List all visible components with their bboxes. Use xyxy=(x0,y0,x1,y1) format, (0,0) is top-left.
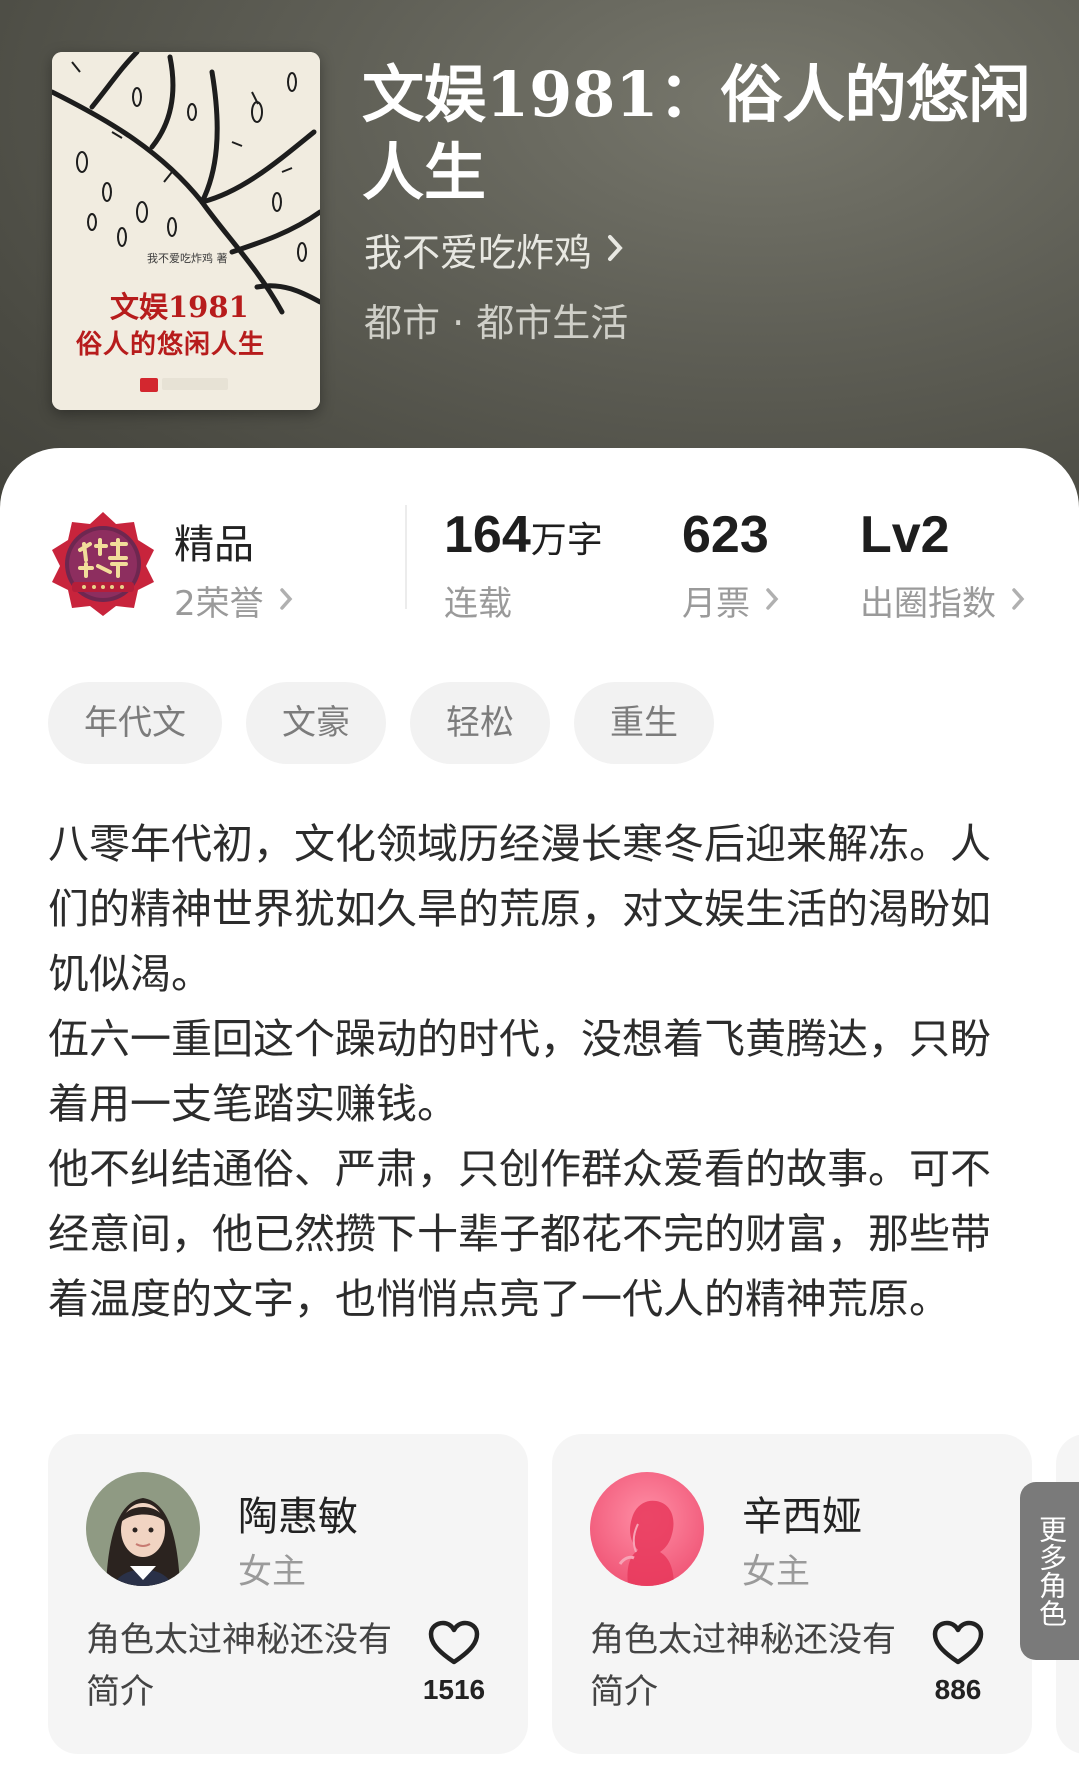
publisher-logo-icon xyxy=(140,378,158,392)
word-count: 164万字 xyxy=(444,505,603,565)
popularity-index-label: 出圈指数 xyxy=(860,584,996,624)
character-intro: 角色太过神秘还没有简介 xyxy=(590,1620,896,1712)
character-role: 女主 xyxy=(742,1552,810,1592)
chevron-right-icon xyxy=(1010,581,1026,621)
book-genre: 都市 · 都市生活 xyxy=(364,301,629,345)
book-title: 文娱1981：俗人的悠闲人生 xyxy=(362,58,1031,209)
quality-label: 精品 xyxy=(174,522,254,568)
word-count-unit: 万字 xyxy=(530,520,603,561)
heart-icon xyxy=(932,1620,984,1665)
more-roles-button[interactable]: 更多角色 xyxy=(1020,1482,1079,1660)
character-avatar xyxy=(86,1472,200,1586)
monthly-tickets-value: 623 xyxy=(682,506,769,564)
cover-title-line1: 文娱1981 xyxy=(110,290,249,324)
character-avatar xyxy=(590,1472,704,1586)
character-name: 辛西娅 xyxy=(742,1494,862,1540)
character-card[interactable]: 辛西娅 女主 角色太过神秘还没有简介 886 xyxy=(552,1434,1032,1754)
popularity-index-link[interactable]: 出圈指数 xyxy=(860,576,1026,625)
cover-author: 我不爱吃炸鸡 著 xyxy=(147,252,228,265)
quality-badge-icon[interactable] xyxy=(50,510,156,618)
honors-link[interactable]: 2荣誉 xyxy=(174,576,294,625)
character-name: 陶惠敏 xyxy=(238,1494,358,1540)
like-button[interactable]: 1516 xyxy=(414,1620,494,1706)
tag-chip[interactable]: 文豪 xyxy=(246,682,386,764)
tag-chip[interactable]: 年代文 xyxy=(48,682,222,764)
serial-status: 连载 xyxy=(444,584,512,624)
character-intro: 角色太过神秘还没有简介 xyxy=(86,1620,392,1712)
publisher-mark xyxy=(162,378,228,390)
tag-chip[interactable]: 轻松 xyxy=(410,682,550,764)
word-count-value: 164 xyxy=(444,506,531,564)
tag-list: 年代文 文豪 轻松 重生 xyxy=(48,682,714,764)
like-count: 886 xyxy=(934,1674,982,1705)
tag-chip[interactable]: 重生 xyxy=(574,682,714,764)
author-name: 我不爱吃炸鸡 xyxy=(364,231,593,275)
chevron-right-icon xyxy=(606,228,624,272)
description-paragraph: 伍六一重回这个躁动的时代，没想着飞黄腾达，只盼着用一支笔踏实赚钱。 xyxy=(48,1015,991,1128)
chevron-right-icon xyxy=(278,581,294,621)
cover-title-line2: 俗人的悠闲人生 xyxy=(76,330,266,360)
like-button[interactable]: 886 xyxy=(918,1620,998,1706)
book-cover[interactable]: 我不爱吃炸鸡 著 文娱1981 俗人的悠闲人生 xyxy=(52,52,320,410)
description-paragraph: 他不纠结通俗、严肃，只创作群众爱看的故事。可不经意间，他已然攒下十辈子都花不完的… xyxy=(48,1145,991,1323)
chevron-right-icon xyxy=(764,581,780,621)
character-card[interactable]: 陶惠敏 女主 角色太过神秘还没有简介 1516 xyxy=(48,1434,528,1754)
heart-icon xyxy=(428,1620,480,1665)
author-link[interactable]: 我不爱吃炸鸡 xyxy=(364,222,624,277)
description-paragraph: 八零年代初，文化领域历经漫长寒冬后迎来解冻。人们的精神世界犹如久旱的荒原，对文娱… xyxy=(48,820,991,998)
book-header: 我不爱吃炸鸡 著 文娱1981 俗人的悠闲人生 文娱1981：俗人的悠闲人生 我… xyxy=(0,0,1079,520)
monthly-tickets-label: 月票 xyxy=(682,584,750,624)
character-role: 女主 xyxy=(238,1552,306,1592)
stats-divider xyxy=(405,505,407,609)
book-description: 八零年代初，文化领域历经漫长寒冬后迎来解冻。人们的精神世界犹如久旱的荒原，对文娱… xyxy=(48,812,1008,1332)
honors-count: 2荣誉 xyxy=(174,584,264,624)
popularity-index-value: Lv2 xyxy=(860,506,950,564)
like-count: 1516 xyxy=(422,1674,486,1705)
monthly-tickets-link[interactable]: 月票 xyxy=(682,576,780,625)
